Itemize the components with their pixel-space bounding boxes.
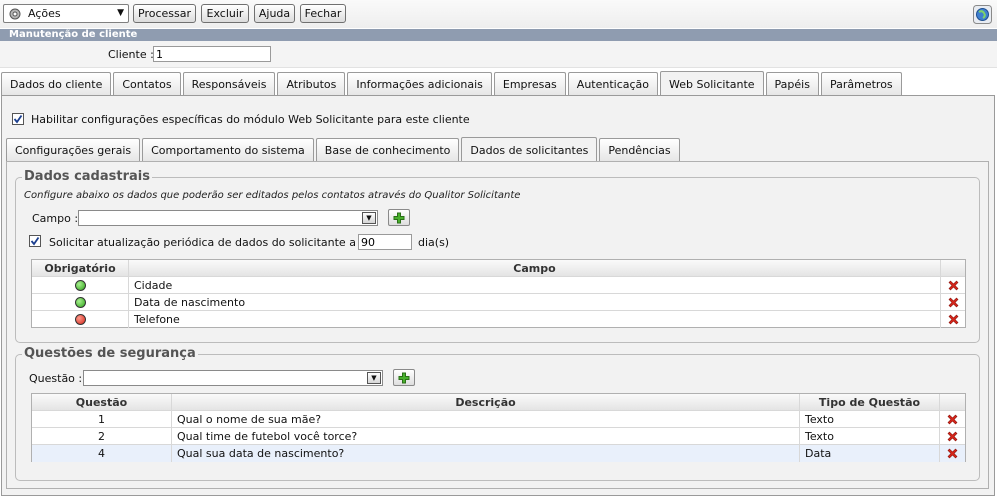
dias-input[interactable] xyxy=(358,234,412,250)
cliente-input[interactable] xyxy=(153,46,271,62)
questao-label: Questão : xyxy=(29,372,83,385)
dados-table-header: Obrigatório Campo xyxy=(32,260,965,277)
tab-base-de-conhecimento[interactable]: Base de conhecimento xyxy=(315,138,460,161)
col-tipo[interactable]: Tipo de Questão xyxy=(800,394,940,410)
chevron-down-icon: ▼ xyxy=(117,8,124,18)
table-row[interactable]: Cidade xyxy=(32,277,965,294)
habilitar-label: Habilitar configurações específicas do m… xyxy=(31,113,470,126)
tab-configuracoes-gerais[interactable]: Configurações gerais xyxy=(6,138,141,161)
questoes-table: Questão Descrição Tipo de Questão 1 Qual… xyxy=(31,393,966,462)
processar-button[interactable]: Processar xyxy=(133,4,196,23)
tab-dados-de-solicitantes[interactable]: Dados de solicitantes xyxy=(461,137,598,162)
sub-tabs: Configurações gerais Comportamento do si… xyxy=(6,137,682,162)
status-red-icon[interactable] xyxy=(74,314,86,325)
delete-icon[interactable] xyxy=(941,311,965,328)
plus-icon xyxy=(398,372,410,383)
dias-unit: dia(s) xyxy=(418,236,450,249)
col-obrigatorio[interactable]: Obrigatório xyxy=(32,260,129,276)
campo-cell: Data de nascimento xyxy=(129,294,941,310)
page-title: Manutenção de cliente xyxy=(0,29,997,41)
cliente-label: Cliente : xyxy=(108,48,154,61)
table-row[interactable]: Telefone xyxy=(32,311,965,328)
campo-select[interactable]: ▼ xyxy=(78,210,378,226)
tipo-cell: Data xyxy=(800,445,940,462)
delete-icon[interactable] xyxy=(941,294,965,310)
col-campo[interactable]: Campo xyxy=(129,260,941,276)
col-questao[interactable]: Questão xyxy=(32,394,172,410)
tab-parametros[interactable]: Parâmetros xyxy=(820,72,902,95)
delete-icon[interactable] xyxy=(940,411,965,427)
solicitar-checkbox[interactable] xyxy=(29,235,41,247)
tab-autenticacao[interactable]: Autenticação xyxy=(567,72,659,95)
tab-comportamento-do-sistema[interactable]: Comportamento do sistema xyxy=(142,138,314,161)
add-campo-button[interactable] xyxy=(388,209,410,226)
toolbar: Ações ▼ Processar Excluir Ajuda Fechar xyxy=(0,0,997,28)
tab-papeis[interactable]: Papéis xyxy=(765,72,819,95)
cliente-bar: Cliente : xyxy=(0,41,997,68)
tab-informacoes-adicionais[interactable]: Informações adicionais xyxy=(347,72,492,95)
descricao-cell: Qual o nome de sua mãe? xyxy=(172,411,800,427)
col-descricao[interactable]: Descrição xyxy=(172,394,800,410)
campo-cell: Telefone xyxy=(129,311,941,328)
tab-contatos[interactable]: Contatos xyxy=(113,72,181,95)
add-questao-button[interactable] xyxy=(393,369,415,386)
gear-icon xyxy=(7,6,23,22)
status-green-icon[interactable] xyxy=(74,279,86,291)
questao-select[interactable]: ▼ xyxy=(83,370,383,386)
tipo-cell: Texto xyxy=(800,411,940,427)
chevron-down-icon: ▼ xyxy=(362,212,376,224)
tab-dados-do-cliente[interactable]: Dados do cliente xyxy=(1,72,112,95)
dados-table: Obrigatório Campo Cidade Data de nascime… xyxy=(31,259,966,328)
questoes-legend: Questões de segurança xyxy=(22,346,198,361)
table-row[interactable]: 1 Qual o nome de sua mãe? Texto xyxy=(32,411,965,428)
questoes-table-header: Questão Descrição Tipo de Questão xyxy=(32,394,965,411)
delete-icon[interactable] xyxy=(940,445,965,462)
fechar-button[interactable]: Fechar xyxy=(300,4,346,23)
tab-atributos[interactable]: Atributos xyxy=(277,72,346,95)
table-row[interactable]: Data de nascimento xyxy=(32,294,965,311)
globe-icon[interactable] xyxy=(973,5,992,24)
campo-cell: Cidade xyxy=(129,277,941,293)
solicitar-label: Solicitar atualização periódica de dados… xyxy=(49,236,386,249)
tab-responsaveis[interactable]: Responsáveis xyxy=(182,72,276,95)
delete-icon[interactable] xyxy=(940,428,965,444)
questao-num-cell: 1 xyxy=(32,411,172,427)
tab-web-solicitante[interactable]: Web Solicitante xyxy=(660,71,764,96)
dados-cadastrais-hint: Configure abaixo os dados que poderão se… xyxy=(24,190,521,201)
delete-icon[interactable] xyxy=(941,277,965,293)
dados-cadastrais-legend: Dados cadastrais xyxy=(22,169,152,184)
campo-label: Campo : xyxy=(32,212,79,225)
actions-dropdown[interactable]: Ações ▼ xyxy=(3,4,129,23)
table-row[interactable]: 4 Qual sua data de nascimento? Data xyxy=(32,445,965,462)
habilitar-checkbox[interactable] xyxy=(12,113,24,125)
chevron-down-icon: ▼ xyxy=(367,372,381,384)
questao-num-cell: 2 xyxy=(32,428,172,444)
main-tabs: Dados do cliente Contatos Responsáveis A… xyxy=(1,71,904,96)
ajuda-button[interactable]: Ajuda xyxy=(254,4,295,23)
table-row[interactable]: 2 Qual time de futebol você torce? Texto xyxy=(32,428,965,445)
tab-pendencias[interactable]: Pendências xyxy=(599,138,680,161)
plus-icon xyxy=(393,212,405,223)
status-green-icon[interactable] xyxy=(74,296,86,308)
questao-num-cell: 4 xyxy=(32,445,172,462)
tipo-cell: Texto xyxy=(800,428,940,444)
actions-label: Ações xyxy=(28,7,61,20)
excluir-button[interactable]: Excluir xyxy=(201,4,249,23)
descricao-cell: Qual sua data de nascimento? xyxy=(172,445,800,462)
tab-empresas[interactable]: Empresas xyxy=(493,72,566,95)
descricao-cell: Qual time de futebol você torce? xyxy=(172,428,800,444)
